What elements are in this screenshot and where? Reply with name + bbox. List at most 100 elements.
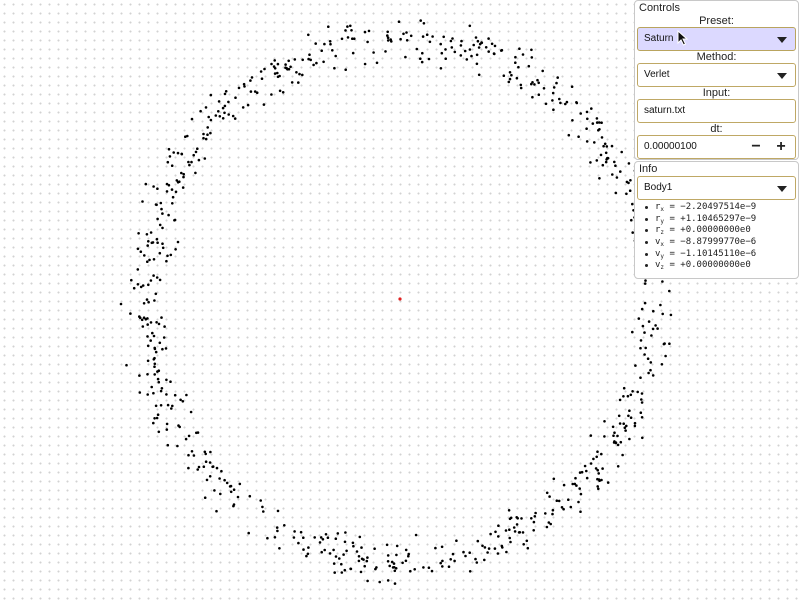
particle [669, 313, 673, 317]
particle [595, 159, 599, 162]
particle [165, 259, 168, 263]
particle [451, 552, 455, 556]
particle [175, 179, 179, 182]
particle [649, 368, 652, 372]
particle [597, 487, 600, 491]
particle [427, 57, 431, 61]
particle [132, 286, 136, 290]
particle [194, 171, 197, 175]
particle [190, 450, 194, 453]
particle [603, 435, 606, 438]
particle [145, 233, 149, 236]
particle [349, 24, 352, 28]
particle [153, 347, 157, 351]
body-select[interactable]: Body1 [637, 176, 796, 200]
particle [600, 121, 603, 124]
particle [182, 172, 185, 176]
input-file-value: saturn.txt [644, 105, 686, 116]
particle [487, 547, 491, 550]
particle [185, 393, 188, 397]
particle [497, 524, 500, 527]
particle [494, 530, 497, 534]
particle [162, 336, 166, 339]
particle [270, 93, 273, 96]
preset-select[interactable]: Saturn [637, 27, 796, 51]
particle [622, 422, 625, 426]
bullet-icon [645, 241, 648, 245]
particle [551, 508, 555, 512]
particle [154, 292, 158, 296]
particle [156, 187, 159, 190]
controls-title: Controls [639, 2, 680, 14]
particle [616, 434, 619, 438]
particle [628, 409, 631, 413]
particle [601, 163, 605, 167]
particle [173, 393, 177, 397]
bullet-icon [645, 206, 648, 209]
particle [323, 42, 326, 46]
particle [470, 54, 473, 58]
particle [468, 551, 472, 554]
particle [577, 500, 580, 504]
list-item: rz = +0.00000000e0 [645, 225, 796, 237]
particle [477, 73, 481, 77]
particle [419, 57, 422, 60]
dt-value[interactable]: 0.00000100 [644, 141, 697, 152]
particle [425, 33, 429, 36]
particle [598, 177, 601, 180]
particle [664, 354, 667, 358]
particle [143, 254, 146, 257]
particle [146, 260, 149, 264]
particle [248, 494, 252, 498]
particle [551, 91, 555, 95]
particle [166, 254, 169, 258]
particle [622, 395, 625, 398]
particle [165, 422, 169, 426]
particle [273, 67, 277, 70]
particle [462, 550, 465, 554]
particle [519, 86, 523, 90]
particle [413, 568, 417, 571]
particle [146, 244, 149, 247]
particle [202, 136, 205, 140]
particle [508, 536, 512, 540]
particle [619, 170, 622, 173]
particle [152, 391, 155, 395]
particle [618, 398, 622, 402]
plus-icon[interactable]: + [772, 136, 790, 158]
minus-icon[interactable]: − [747, 136, 765, 158]
particle [404, 548, 408, 552]
particle [192, 153, 195, 157]
particle [427, 566, 431, 569]
particle [603, 420, 606, 423]
particle [301, 73, 304, 77]
particle [604, 160, 608, 164]
particle [501, 546, 504, 549]
particle [526, 546, 530, 550]
input-file-field[interactable]: saturn.txt [637, 99, 796, 123]
particle [174, 190, 178, 194]
particle [158, 251, 162, 255]
particle [493, 547, 497, 550]
particle [578, 471, 582, 474]
particle [575, 101, 578, 104]
particle [405, 39, 409, 42]
particle [439, 42, 443, 46]
method-select[interactable]: Verlet [637, 63, 796, 87]
particle [578, 487, 581, 490]
particle [211, 465, 214, 469]
particle [596, 468, 599, 472]
particle [152, 274, 155, 277]
particle [455, 539, 458, 542]
particle [242, 82, 246, 86]
particle [147, 240, 150, 243]
particle [146, 359, 150, 363]
particle [306, 552, 310, 556]
particle [203, 496, 207, 500]
particle [166, 403, 170, 407]
particle [155, 203, 158, 207]
dt-stepper[interactable]: 0.00000100 − + [637, 135, 796, 159]
particle [497, 535, 500, 538]
particle [614, 191, 618, 195]
particle [366, 556, 369, 559]
